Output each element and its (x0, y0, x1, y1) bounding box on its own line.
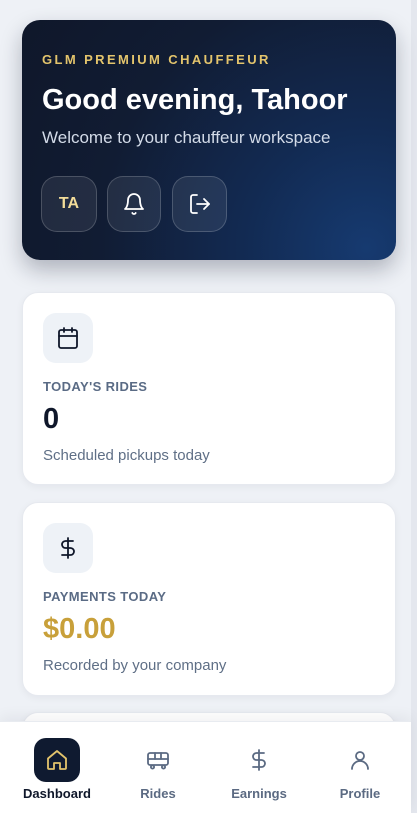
dollar-icon (236, 738, 282, 782)
avatar-initials: TA (58, 195, 80, 212)
scrollbar[interactable] (411, 0, 417, 813)
logout-icon (188, 192, 212, 216)
bus-icon (135, 738, 181, 782)
nav-profile-label: Profile (339, 786, 381, 801)
rides-label: TODAY'S RIDES (43, 379, 148, 394)
payments-caption: Recorded by your company (43, 657, 227, 674)
todays-rides-card: TODAY'S RIDES 0 Scheduled pickups today (22, 292, 396, 485)
notifications-button[interactable] (107, 176, 161, 232)
nav-dashboard-label: Dashboard (23, 786, 91, 801)
welcome-hero-card: GLM PREMIUM CHAUFFEUR Good evening, Taho… (22, 20, 396, 260)
payments-amount: $0.00 (43, 613, 116, 645)
avatar-button[interactable]: TA (41, 176, 97, 232)
rides-count: 0 (43, 403, 60, 435)
logout-button[interactable] (172, 176, 227, 232)
bell-icon (122, 192, 146, 216)
brand-label: GLM PREMIUM CHAUFFEUR (42, 52, 271, 67)
app-screen: GLM PREMIUM CHAUFFEUR Good evening, Taho… (0, 0, 417, 813)
nav-rides[interactable]: Rides (108, 722, 208, 813)
bottom-navigation: Dashboard Rides Earnings Profile (0, 721, 411, 813)
nav-profile[interactable]: Profile (310, 722, 410, 813)
payments-label: PAYMENTS TODAY (43, 589, 167, 604)
rides-caption: Scheduled pickups today (43, 447, 210, 464)
nav-rides-label: Rides (140, 786, 176, 801)
payments-today-card: PAYMENTS TODAY $0.00 Recorded by your co… (22, 502, 396, 696)
nav-earnings-label: Earnings (231, 786, 287, 801)
home-icon (34, 738, 80, 782)
user-icon (337, 738, 383, 782)
nav-dashboard[interactable]: Dashboard (7, 722, 107, 813)
dollar-icon (43, 523, 93, 573)
nav-earnings[interactable]: Earnings (209, 722, 309, 813)
greeting-subtitle: Welcome to your chauffeur workspace (42, 128, 331, 147)
calendar-icon (43, 313, 93, 363)
greeting-title: Good evening, Tahoor (42, 84, 348, 116)
